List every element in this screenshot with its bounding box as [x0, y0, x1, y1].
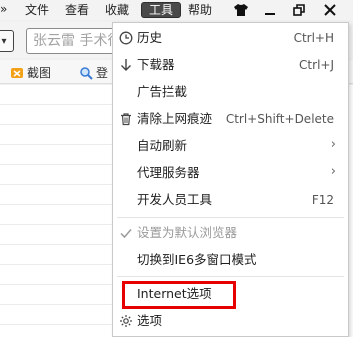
menu-item-label: 开发人员工具 [137, 192, 213, 207]
menu-bar: » 文件 查看 收藏 工具 帮助 [0, 0, 353, 20]
menu-favorites[interactable]: 收藏 [105, 2, 129, 18]
menu-item-shortcut: Ctrl+Shift+Delete [225, 112, 334, 126]
menu-item-devtools[interactable]: 开发人员工具 F12 [113, 187, 348, 213]
menu-item-clear-traces[interactable]: 清除上网痕迹 Ctrl+Shift+Delete [113, 106, 348, 132]
menu-item-label: 代理服务器 [137, 165, 200, 180]
menu-item-options[interactable]: 选项 [113, 308, 348, 334]
menu-item-shortcut: Ctrl+H [293, 31, 334, 45]
browser-window: » 文件 查看 收藏 工具 帮助 ▾ 张云雷 手术徐 截图 登 历史 Ctrl+… [0, 0, 353, 337]
menu-separator [117, 217, 344, 218]
menu-item-label: 历史 [137, 30, 163, 45]
menu-item-downloader[interactable]: 下载器 Ctrl+J [113, 52, 348, 78]
checkmark-icon [118, 225, 134, 241]
tools-dropdown-menu: 历史 Ctrl+H 下载器 Ctrl+J 广告拦截 清除上网痕迹 Ctrl+Sh… [112, 22, 349, 337]
menu-item-label: 切换到IE6多窗口模式 [137, 252, 257, 267]
close-icon[interactable] [318, 1, 342, 19]
menu-item-shortcut: F12 [311, 193, 334, 207]
menu-item-label: 下载器 [137, 57, 175, 72]
menu-item-label: 选项 [137, 313, 163, 328]
download-arrow-icon [118, 57, 134, 73]
red-highlight-box [122, 281, 236, 309]
menu-view[interactable]: 查看 [65, 2, 89, 18]
scissors-icon [10, 66, 24, 80]
menu-item-ie6-mode[interactable]: 切换到IE6多窗口模式 [113, 247, 348, 273]
menu-item-label: 自动刷新 [137, 138, 188, 153]
fav-screenshot[interactable]: 截图 [10, 64, 51, 81]
dropdown-chevron-icon[interactable]: ▾ [0, 30, 14, 52]
restore-icon[interactable] [287, 1, 311, 19]
shirt-icon[interactable] [229, 1, 253, 19]
search-input[interactable]: 张云雷 手术徐 [26, 28, 126, 54]
menu-item-shortcut: Ctrl+J [299, 58, 334, 72]
trash-icon [118, 111, 134, 127]
menu-item-label: 设置为默认浏览器 [137, 225, 238, 240]
gear-icon [118, 313, 134, 329]
menu-item-adblock[interactable]: 广告拦截 [113, 79, 348, 105]
fav-login-label: 登 [96, 66, 109, 80]
magnifier-icon [79, 66, 93, 80]
chevron-right-icon: › [330, 137, 336, 152]
clock-icon [118, 30, 134, 46]
content-lines [0, 85, 112, 337]
fav-screenshot-label: 截图 [27, 66, 52, 80]
menu-item-label: 广告拦截 [137, 84, 188, 99]
fav-login[interactable]: 登 [79, 64, 108, 81]
menu-tools[interactable]: 工具 [141, 2, 181, 18]
menu-help[interactable]: 帮助 [188, 2, 212, 18]
chevron-right-icon: › [330, 164, 336, 179]
menu-item-auto-refresh[interactable]: 自动刷新 › [113, 133, 348, 159]
menu-item-set-default: 设置为默认浏览器 [113, 220, 348, 246]
menu-item-proxy[interactable]: 代理服务器 › [113, 160, 348, 186]
menu-file[interactable]: 文件 [25, 2, 49, 18]
menubar-overflow-chevron[interactable]: » [0, 2, 7, 16]
minimize-icon[interactable] [258, 1, 282, 19]
menu-item-history[interactable]: 历史 Ctrl+H [113, 25, 348, 51]
menu-item-label: 清除上网痕迹 [137, 111, 213, 126]
menu-separator [117, 276, 344, 277]
